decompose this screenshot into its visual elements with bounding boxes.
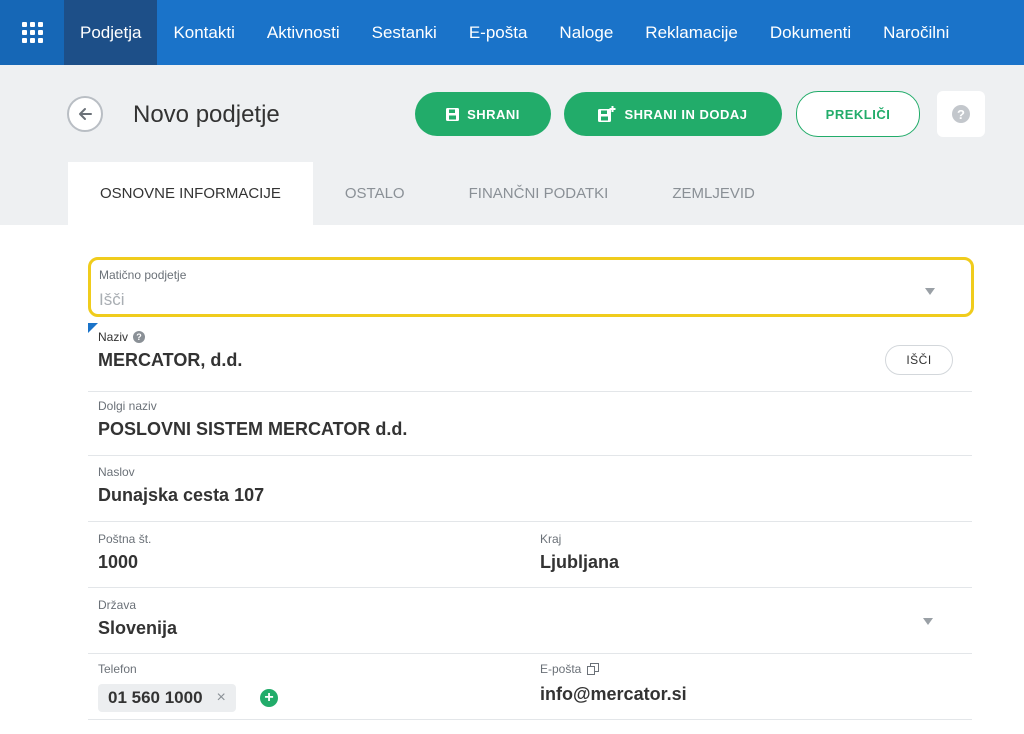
- save-button[interactable]: SHRANI: [415, 92, 551, 136]
- phone-label: Telefon: [98, 662, 137, 676]
- add-phone-icon[interactable]: +: [260, 689, 278, 707]
- email-label: E-pošta: [540, 662, 582, 676]
- name-label: Naziv: [98, 330, 129, 344]
- nav-item-aktivnosti[interactable]: Aktivnosti: [251, 0, 356, 65]
- parent-company-select[interactable]: Matično podjetje Išči: [88, 257, 974, 317]
- city-label: Kraj: [540, 532, 562, 546]
- nav-item-narocilnice[interactable]: Naročilni: [867, 0, 965, 65]
- postal-city-row: Poštna št. 1000 Kraj Ljubljana: [88, 532, 972, 588]
- nav-item-kontakti[interactable]: Kontakti: [157, 0, 250, 65]
- postal-label: Poštna št.: [98, 532, 152, 546]
- nav-item-sestanki[interactable]: Sestanki: [356, 0, 453, 65]
- floppy-disk-icon: [446, 107, 460, 121]
- address-value: Dunajska cesta 107: [98, 485, 265, 505]
- phone-chip[interactable]: 01 560 1000 ×: [98, 684, 236, 712]
- nav-item-reklamacije[interactable]: Reklamacije: [629, 0, 754, 65]
- page-header: Novo podjetje SHRANI SHRANI IN DODAJ PRE…: [0, 65, 1024, 225]
- postal-field[interactable]: Poštna št. 1000: [98, 532, 151, 573]
- top-navigation: Podjetja Kontakti Aktivnosti Sestanki E-…: [0, 0, 1024, 65]
- phone-field[interactable]: Telefon 01 560 1000 ×: [98, 662, 236, 712]
- chevron-down-icon[interactable]: [923, 618, 933, 625]
- phone-value: 01 560 1000: [108, 688, 203, 707]
- long-name-label: Dolgi naziv: [98, 399, 157, 413]
- search-name-button[interactable]: IŠČI: [885, 345, 953, 375]
- back-button[interactable]: [67, 96, 103, 132]
- cancel-button[interactable]: PREKLIČI: [796, 91, 920, 137]
- tab-osnovne-informacije[interactable]: OSNOVNE INFORMACIJE: [68, 162, 313, 225]
- email-field[interactable]: E-pošta info@mercator.si: [540, 662, 687, 705]
- tab-zemljevid[interactable]: ZEMLJEVID: [640, 162, 787, 225]
- help-icon: ?: [952, 105, 970, 123]
- parent-company-label: Matično podjetje: [99, 268, 187, 282]
- save-and-add-button-label: SHRANI IN DODAJ: [624, 106, 748, 122]
- name-field[interactable]: Naziv ? MERCATOR, d.d.: [88, 330, 972, 392]
- country-select[interactable]: Država Slovenija: [88, 598, 972, 654]
- save-button-label: SHRANI: [467, 106, 520, 122]
- parent-company-placeholder: Išči: [99, 290, 125, 309]
- tab-bar: OSNOVNE INFORMACIJE OSTALO FINANČNI PODA…: [68, 162, 787, 225]
- page-title: Novo podjetje: [133, 101, 280, 128]
- country-value: Slovenija: [98, 618, 178, 638]
- chevron-down-icon[interactable]: [925, 288, 935, 295]
- close-icon[interactable]: ×: [217, 689, 226, 707]
- address-label: Naslov: [98, 465, 135, 479]
- postal-value: 1000: [98, 552, 139, 572]
- name-value: MERCATOR, d.d.: [98, 350, 243, 370]
- nav-item-naloge[interactable]: Naloge: [543, 0, 629, 65]
- city-field[interactable]: Kraj Ljubljana: [540, 532, 619, 573]
- tab-ostalo[interactable]: OSTALO: [313, 162, 437, 225]
- floppy-plus-icon: [598, 106, 616, 122]
- email-value: info@mercator.si: [540, 684, 687, 704]
- copy-icon[interactable]: [587, 663, 600, 675]
- long-name-field[interactable]: Dolgi naziv POSLOVNI SISTEM MERCATOR d.d…: [88, 399, 972, 456]
- help-button[interactable]: ?: [937, 91, 985, 137]
- save-and-add-button[interactable]: SHRANI IN DODAJ: [564, 92, 782, 136]
- city-value: Ljubljana: [540, 552, 620, 572]
- info-icon[interactable]: ?: [133, 331, 146, 343]
- long-name-value: POSLOVNI SISTEM MERCATOR d.d.: [98, 419, 408, 439]
- phone-email-row: Telefon 01 560 1000 × E-pošta info@merca…: [88, 662, 972, 720]
- apps-grid-icon[interactable]: [0, 0, 64, 65]
- arrow-left-icon: [79, 108, 92, 120]
- address-field[interactable]: Naslov Dunajska cesta 107: [88, 465, 972, 522]
- country-label: Država: [98, 598, 137, 612]
- tab-financni-podatki[interactable]: FINANČNI PODATKI: [437, 162, 641, 225]
- nav-item-podjetja[interactable]: Podjetja: [64, 0, 158, 65]
- nav-item-dokumenti[interactable]: Dokumenti: [754, 0, 867, 65]
- nav-item-eposta[interactable]: E-pošta: [453, 0, 544, 65]
